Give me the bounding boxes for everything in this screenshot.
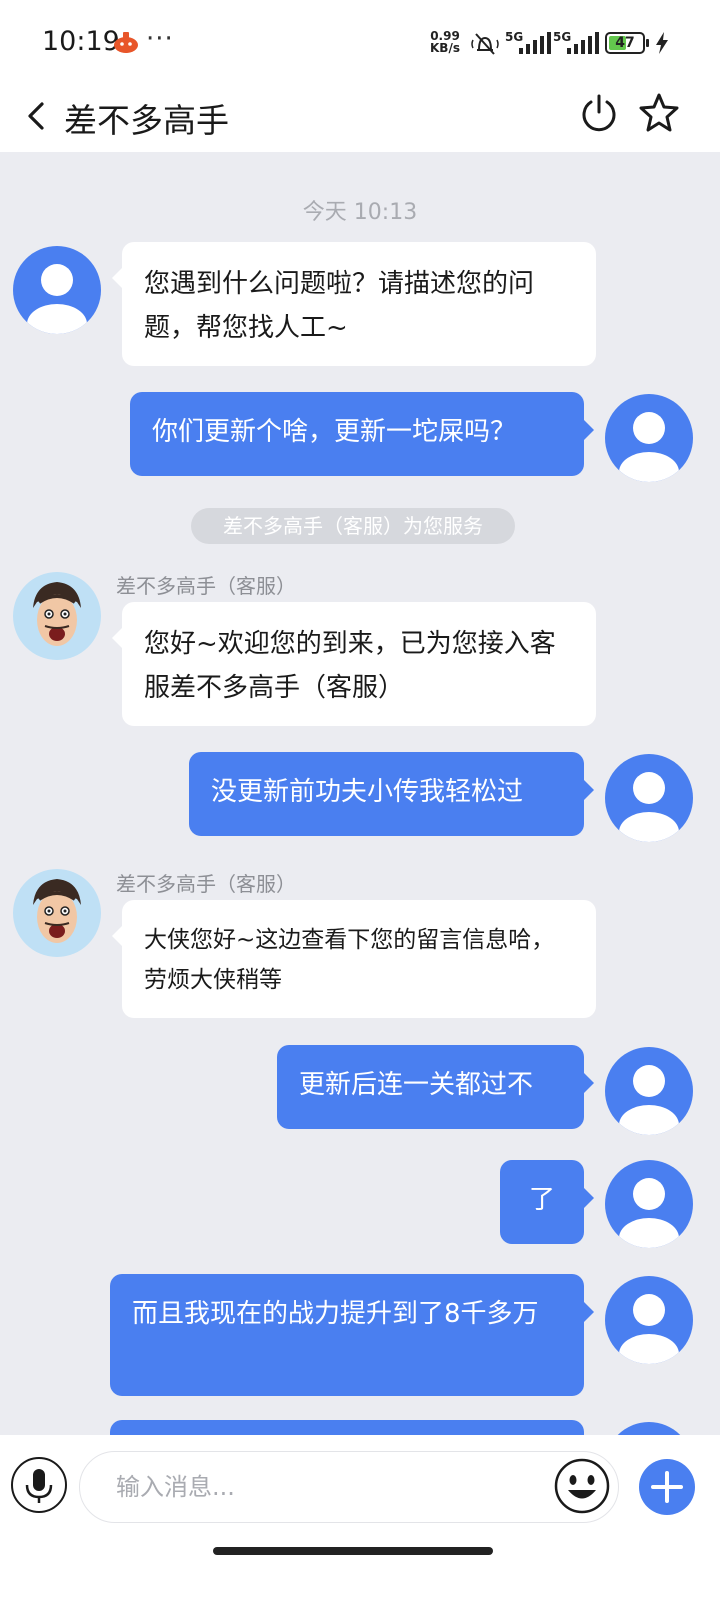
signal-icon-2: 5G	[553, 30, 599, 56]
signal-icon-1: 5G	[505, 30, 551, 56]
network-speed-unit: KB/s	[430, 41, 460, 55]
back-icon[interactable]	[26, 98, 46, 134]
emoji-icon[interactable]	[553, 1457, 611, 1515]
agent-avatar[interactable]	[13, 869, 101, 957]
message-bubble-incoming[interactable]: 您遇到什么问题啦？请描述您的问题，帮您找人工~	[112, 242, 596, 366]
message-text: 你们更新个啥，更新一坨屎吗？	[152, 417, 517, 447]
network-speed: 0.99 KB/s	[430, 30, 460, 54]
message-text: 您好~欢迎您的到来，已为您接入客服差不多高手（客服）	[144, 629, 556, 703]
add-button[interactable]	[639, 1459, 695, 1515]
message-text: 大侠您好~这边查看下您的留言信息哈，劳烦大侠稍等	[144, 927, 555, 993]
mute-bell-icon	[471, 33, 499, 55]
star-icon[interactable]	[638, 92, 680, 134]
message-text: 而且我现在的战力提升到了8千多万	[132, 1299, 539, 1329]
user-avatar[interactable]	[605, 1276, 693, 1364]
message-bubble-outgoing[interactable]: 而且我现在的战力提升到了8千多万	[110, 1274, 594, 1396]
message-bubble-incoming[interactable]: 您好~欢迎您的到来，已为您接入客服差不多高手（客服）	[112, 602, 596, 726]
charging-icon	[656, 32, 668, 54]
cartoon-face-avatar-icon	[13, 869, 101, 957]
status-bar: 10:19 ··· 0.99 KB/s 5G 5G 47	[0, 0, 720, 80]
status-more-icon: ···	[146, 24, 174, 54]
default-avatar-icon	[619, 1178, 679, 1248]
page-title: 差不多高手	[64, 101, 229, 140]
message-bubble-outgoing[interactable]: 没更新前功夫小传我轻松过	[189, 752, 594, 836]
notification-app-icon	[114, 32, 138, 53]
message-text: 没更新前功夫小传我轻松过	[211, 777, 524, 807]
chat-area[interactable]: 今天 10:13 您遇到什么问题啦？请描述您的问题，帮您找人工~ 你们更新个啥，…	[0, 152, 720, 1435]
message-bubble-outgoing[interactable]: 你们更新个啥，更新一坨屎吗？	[130, 392, 594, 476]
chat-timestamp: 今天 10:13	[302, 200, 418, 225]
message-text: 了	[528, 1185, 555, 1215]
default-avatar-icon	[619, 772, 679, 842]
voice-input-button[interactable]	[11, 1457, 67, 1513]
power-icon[interactable]	[578, 92, 620, 134]
battery-level: 47	[615, 35, 635, 51]
default-avatar-icon	[619, 1294, 679, 1364]
message-bubble-incoming[interactable]: 大侠您好~这边查看下您的留言信息哈，劳烦大侠稍等	[112, 900, 596, 1018]
sender-name: 差不多高手（客服）	[116, 574, 296, 598]
battery-icon: 47	[605, 32, 649, 54]
plus-icon	[651, 1471, 683, 1503]
home-indicator[interactable]	[213, 1547, 493, 1555]
agent-avatar[interactable]	[13, 572, 101, 660]
message-input[interactable]	[79, 1451, 619, 1523]
default-avatar-icon	[619, 1065, 679, 1135]
user-avatar[interactable]	[605, 394, 693, 482]
system-note: 差不多高手（客服）为您服务	[191, 508, 515, 544]
status-time: 10:19	[42, 26, 120, 57]
user-avatar[interactable]	[605, 754, 693, 842]
bot-avatar[interactable]	[13, 246, 101, 334]
input-bar	[0, 1435, 720, 1600]
sender-name: 差不多高手（客服）	[116, 872, 296, 896]
chat-header: 差不多高手	[0, 80, 720, 152]
message-bubble-outgoing-partial[interactable]	[110, 1420, 584, 1435]
message-bubble-outgoing[interactable]: 更新后连一关都过不	[277, 1045, 594, 1129]
microphone-icon	[25, 1469, 53, 1503]
user-avatar[interactable]	[605, 1160, 693, 1248]
default-avatar-icon	[27, 264, 87, 334]
cartoon-face-avatar-icon	[13, 572, 101, 660]
user-avatar[interactable]	[605, 1422, 693, 1435]
default-avatar-icon	[619, 412, 679, 482]
message-bubble-outgoing[interactable]: 了	[500, 1160, 594, 1244]
message-text: 您遇到什么问题啦？请描述您的问题，帮您找人工~	[144, 269, 535, 343]
default-avatar-icon	[605, 1422, 693, 1435]
user-avatar[interactable]	[605, 1047, 693, 1135]
message-text: 更新后连一关都过不	[299, 1070, 534, 1100]
